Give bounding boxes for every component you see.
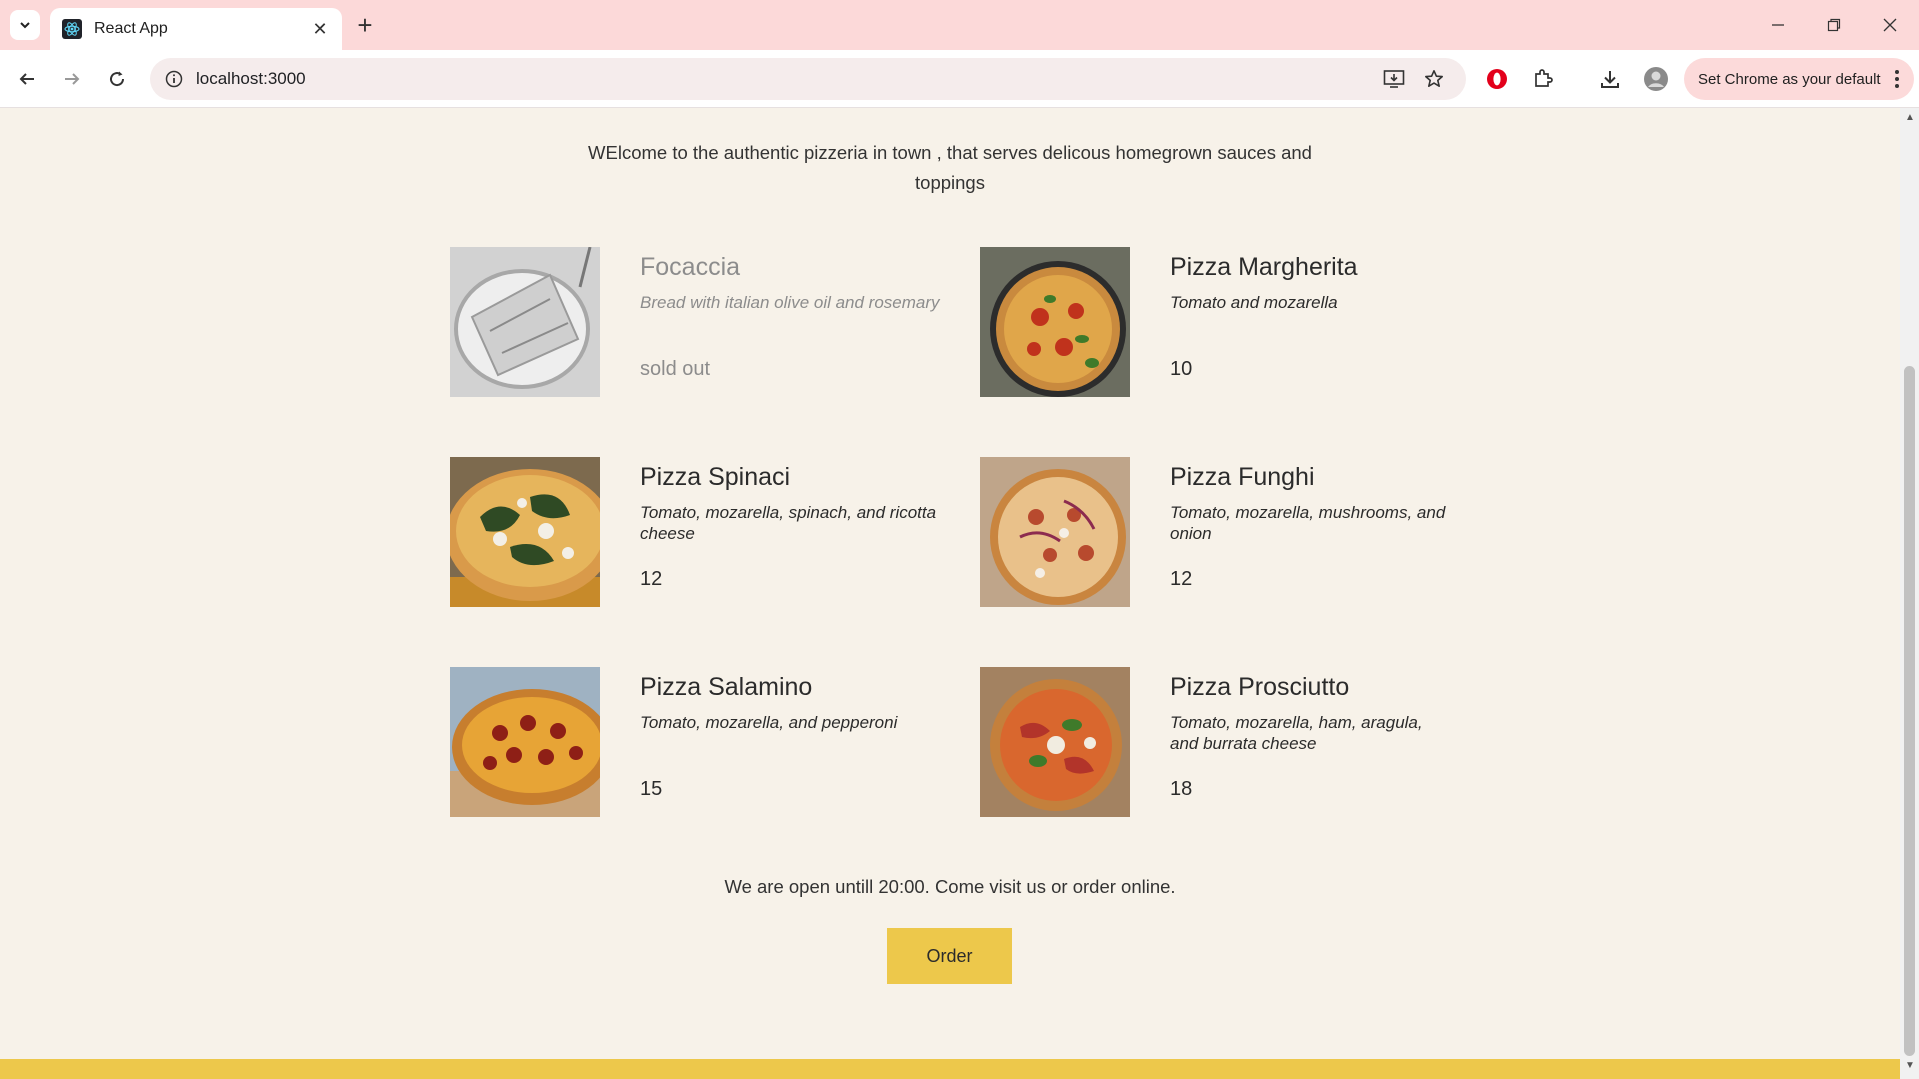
footer-band bbox=[0, 1059, 1900, 1079]
salamino-photo bbox=[450, 667, 600, 817]
item-price: 10 bbox=[1170, 358, 1193, 380]
opera-extension-icon[interactable] bbox=[1484, 66, 1510, 92]
opening-hours-text: We are open untill 20:00. Come visit us … bbox=[724, 876, 1176, 897]
browser-toolbar: localhost:3000 Set Chrome as your defaul… bbox=[0, 50, 1919, 108]
reload-icon[interactable] bbox=[102, 64, 132, 94]
set-default-browser-button[interactable]: Set Chrome as your default bbox=[1684, 58, 1914, 100]
item-name: Pizza Margherita bbox=[1170, 253, 1358, 281]
more-menu-icon[interactable] bbox=[1894, 68, 1900, 90]
focaccia-photo bbox=[450, 247, 600, 397]
item-name: Pizza Salamino bbox=[640, 673, 813, 701]
funghi-photo bbox=[980, 457, 1130, 607]
item-ingredients: Tomato, mozarella, and pepperoni bbox=[640, 713, 898, 732]
item-name: Focaccia bbox=[640, 253, 741, 281]
profile-avatar-icon[interactable] bbox=[1643, 66, 1669, 92]
pizza-menu: Focaccia Bread with italian olive oil an… bbox=[450, 247, 1450, 817]
item-price: 15 bbox=[640, 778, 663, 800]
item-ingredients: Tomato, mozarella, mushrooms, and onion bbox=[1170, 503, 1446, 543]
item-ingredients: Bread with italian olive oil and rosemar… bbox=[640, 293, 940, 312]
margherita-photo bbox=[980, 247, 1130, 397]
browser-tab-bar: React App ✕ + bbox=[0, 0, 1919, 50]
menu-item-salamino: Pizza Salamino Tomato, mozarella, and pe… bbox=[450, 667, 980, 817]
page-scrollbar[interactable]: ▲ ▼ bbox=[1900, 108, 1919, 1079]
set-default-label: Set Chrome as your default bbox=[1698, 70, 1881, 88]
item-ingredients: Tomato, mozarella, spinach, and ricotta … bbox=[640, 503, 937, 543]
item-name: Pizza Funghi bbox=[1170, 463, 1315, 491]
react-logo-icon bbox=[62, 19, 82, 39]
item-ingredients: Tomato, mozarella, ham, aragula, and bur… bbox=[1170, 713, 1423, 753]
page-content: WElcome to the authentic pizzeria in tow… bbox=[0, 108, 1900, 1079]
scrollbar-thumb[interactable] bbox=[1904, 366, 1915, 1056]
menu-item-spinaci: Pizza Spinaci Tomato, mozarella, spinach… bbox=[450, 457, 980, 607]
prosciutto-photo bbox=[980, 667, 1130, 817]
item-ingredients: Tomato and mozarella bbox=[1170, 293, 1338, 312]
scroll-up-arrow-icon[interactable]: ▲ bbox=[1905, 112, 1915, 123]
menu-item-prosciutto: Pizza Prosciutto Tomato, mozarella, ham,… bbox=[980, 667, 1450, 817]
download-icon[interactable] bbox=[1597, 66, 1623, 92]
item-name: Pizza Prosciutto bbox=[1170, 673, 1350, 701]
chevron-down-icon bbox=[20, 22, 30, 29]
close-window-icon[interactable] bbox=[1870, 10, 1910, 40]
minimize-icon[interactable] bbox=[1758, 10, 1798, 40]
new-tab-plus-icon[interactable]: + bbox=[352, 10, 378, 40]
back-arrow-icon[interactable] bbox=[12, 64, 42, 94]
site-info-icon[interactable] bbox=[162, 67, 186, 91]
menu-item-funghi: Pizza Funghi Tomato, mozarella, mushroom… bbox=[980, 457, 1450, 607]
item-price: 12 bbox=[1170, 568, 1193, 590]
item-price: 12 bbox=[640, 568, 663, 590]
close-tab-icon[interactable]: ✕ bbox=[310, 19, 330, 39]
restore-icon[interactable] bbox=[1814, 10, 1854, 40]
bookmark-star-icon[interactable] bbox=[1422, 67, 1446, 91]
spinaci-photo bbox=[450, 457, 600, 607]
item-price: sold out bbox=[640, 358, 711, 380]
item-price: 18 bbox=[1170, 778, 1193, 800]
install-app-icon[interactable] bbox=[1382, 67, 1406, 91]
extensions-puzzle-icon[interactable] bbox=[1530, 66, 1556, 92]
item-name: Pizza Spinaci bbox=[640, 463, 791, 491]
welcome-text: WElcome to the authentic pizzeria in tow… bbox=[588, 142, 1312, 193]
address-bar[interactable]: localhost:3000 bbox=[150, 58, 1466, 100]
menu-item-focaccia: Focaccia Bread with italian olive oil an… bbox=[450, 247, 980, 397]
forward-arrow-icon[interactable] bbox=[57, 64, 87, 94]
active-tab[interactable]: React App ✕ bbox=[50, 8, 342, 50]
tab-search-button[interactable] bbox=[10, 10, 40, 40]
tab-title: React App bbox=[94, 20, 168, 37]
scroll-down-arrow-icon[interactable]: ▼ bbox=[1905, 1060, 1915, 1071]
order-button[interactable]: Order bbox=[887, 928, 1012, 984]
url-text[interactable]: localhost:3000 bbox=[196, 69, 306, 89]
menu-item-margherita: Pizza Margherita Tomato and mozarella 10 bbox=[980, 247, 1450, 397]
